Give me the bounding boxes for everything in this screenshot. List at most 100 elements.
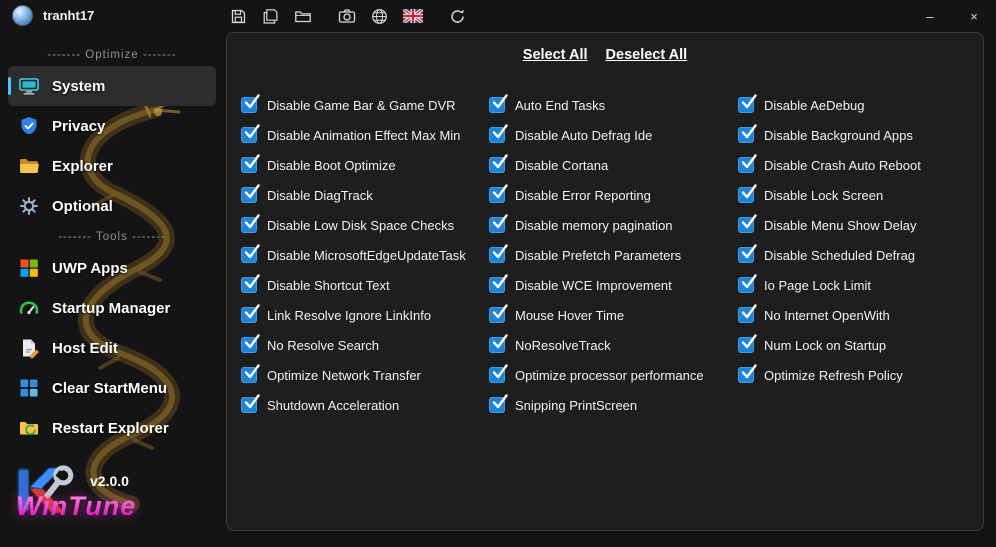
open-folder-icon[interactable]: [294, 7, 312, 25]
checkbox[interactable]: [241, 124, 260, 143]
checkbox[interactable]: [738, 334, 757, 353]
checkbox-item[interactable]: Disable AeDebug: [738, 90, 986, 120]
sidebar-item-startup-manager[interactable]: Startup Manager: [8, 288, 216, 328]
checkbox-item[interactable]: Disable Menu Show Delay: [738, 210, 986, 240]
checkbox-item[interactable]: Io Page Lock Limit: [738, 270, 986, 300]
checkbox[interactable]: [738, 244, 757, 263]
checkbox-label: Shutdown Acceleration: [267, 397, 400, 413]
network-icon[interactable]: [371, 7, 388, 25]
checkbox[interactable]: [489, 274, 508, 293]
checkbox[interactable]: [241, 94, 260, 113]
checkbox-item[interactable]: Optimize Network Transfer: [241, 360, 489, 390]
checkbox[interactable]: [489, 184, 508, 203]
checkbox-item[interactable]: Optimize Refresh Policy: [738, 360, 986, 390]
checkbox-label: Optimize Network Transfer: [267, 367, 421, 383]
checkbox-label: Disable Lock Screen: [764, 187, 884, 203]
checkbox[interactable]: [738, 274, 757, 293]
checkbox[interactable]: [241, 274, 260, 293]
checkbox-item[interactable]: No Resolve Search: [241, 330, 489, 360]
checkbox-item[interactable]: Disable Crash Auto Reboot: [738, 150, 986, 180]
checkbox-label: Disable Background Apps: [764, 127, 913, 143]
checkbox[interactable]: [489, 214, 508, 233]
checkbox-item[interactable]: Auto End Tasks: [489, 90, 737, 120]
checkbox[interactable]: [738, 124, 757, 143]
checkbox-label: Disable DiagTrack: [267, 187, 373, 203]
checkbox[interactable]: [489, 394, 508, 413]
user-chip[interactable]: tranht17: [12, 5, 94, 26]
checkbox[interactable]: [241, 304, 260, 323]
checkbox-item[interactable]: Disable Background Apps: [738, 120, 986, 150]
checkbox[interactable]: [489, 334, 508, 353]
checkbox-item[interactable]: Disable Auto Defrag Ide: [489, 120, 737, 150]
sidebar-item-system[interactable]: System: [8, 66, 216, 106]
checkbox[interactable]: [489, 304, 508, 323]
checkbox[interactable]: [241, 184, 260, 203]
checkbox-item[interactable]: No Internet OpenWith: [738, 300, 986, 330]
checkbox[interactable]: [489, 364, 508, 383]
restart-explorer-icon: [18, 417, 40, 439]
checkbox-item[interactable]: Snipping PrintScreen: [489, 390, 737, 420]
checkbox-item[interactable]: Disable Scheduled Defrag: [738, 240, 986, 270]
checkbox[interactable]: [241, 244, 260, 263]
checkbox-item[interactable]: Disable Game Bar & Game DVR: [241, 90, 489, 120]
deselect-all-link[interactable]: Deselect All: [606, 47, 688, 63]
checkbox-item[interactable]: Mouse Hover Time: [489, 300, 737, 330]
sidebar-item-restart-explorer[interactable]: Restart Explorer: [8, 408, 216, 448]
checkbox-item[interactable]: Disable Shortcut Text: [241, 270, 489, 300]
sidebar-item-privacy[interactable]: Privacy: [8, 106, 216, 146]
username: tranht17: [43, 8, 95, 23]
checkbox-item[interactable]: Disable Animation Effect Max Min: [241, 120, 489, 150]
brand-name: WinTune: [16, 491, 137, 521]
checkbox-item[interactable]: Disable DiagTrack: [241, 180, 489, 210]
checkbox-label: Disable Animation Effect Max Min: [267, 127, 461, 143]
checkbox-item[interactable]: Disable Cortana: [489, 150, 737, 180]
checkbox[interactable]: [738, 364, 757, 383]
checkbox-item[interactable]: Disable WCE Improvement: [489, 270, 737, 300]
checkbox-item[interactable]: Shutdown Acceleration: [241, 390, 489, 420]
checkbox-item[interactable]: Disable Lock Screen: [738, 180, 986, 210]
minimize-button[interactable]: –: [908, 0, 952, 32]
checkbox-item[interactable]: Disable Prefetch Parameters: [489, 240, 737, 270]
checkbox-label: Mouse Hover Time: [515, 307, 625, 323]
close-button[interactable]: ×: [952, 0, 996, 32]
checkbox-label: Disable Game Bar & Game DVR: [267, 97, 456, 113]
checkbox[interactable]: [241, 364, 260, 383]
save-copy-icon[interactable]: [262, 7, 279, 25]
checkbox[interactable]: [738, 304, 757, 323]
checkbox-item[interactable]: Num Lock on Startup: [738, 330, 986, 360]
checkbox-label: Snipping PrintScreen: [515, 397, 638, 413]
checkbox[interactable]: [241, 394, 260, 413]
checkbox[interactable]: [489, 124, 508, 143]
checkbox-item[interactable]: Link Resolve Ignore LinkInfo: [241, 300, 489, 330]
checkbox[interactable]: [241, 154, 260, 173]
select-all-link[interactable]: Select All: [523, 47, 588, 63]
sidebar-item-uwp-apps[interactable]: UWP Apps: [8, 248, 216, 288]
checkbox-item[interactable]: Disable Low Disk Space Checks: [241, 210, 489, 240]
save-icon[interactable]: [230, 7, 247, 25]
checkbox-item[interactable]: Disable MicrosoftEdgeUpdateTask: [241, 240, 489, 270]
screenshot-icon[interactable]: [338, 7, 356, 25]
checkbox[interactable]: [738, 154, 757, 173]
checkbox[interactable]: [489, 94, 508, 113]
sidebar-item-clear-startmenu[interactable]: Clear StartMenu: [8, 368, 216, 408]
sidebar-item-optional[interactable]: Optional: [8, 186, 216, 226]
checkbox-label: Io Page Lock Limit: [764, 277, 871, 293]
checkbox-item[interactable]: Disable memory pagination: [489, 210, 737, 240]
checkbox-item[interactable]: Disable Error Reporting: [489, 180, 737, 210]
sidebar-item-host-edit[interactable]: Host Edit: [8, 328, 216, 368]
refresh-icon[interactable]: [449, 7, 466, 25]
checkbox[interactable]: [738, 184, 757, 203]
checkbox-label: Disable Low Disk Space Checks: [267, 217, 455, 233]
checkbox[interactable]: [489, 244, 508, 263]
sidebar-item-explorer[interactable]: Explorer: [8, 146, 216, 186]
checkbox[interactable]: [489, 154, 508, 173]
checkbox-item[interactable]: NoResolveTrack: [489, 330, 737, 360]
checkbox[interactable]: [738, 214, 757, 233]
checkbox-item[interactable]: Disable Boot Optimize: [241, 150, 489, 180]
checkbox[interactable]: [738, 94, 757, 113]
checkbox-label: Disable Crash Auto Reboot: [764, 157, 921, 173]
language-uk-flag-icon[interactable]: [403, 7, 423, 25]
checkbox[interactable]: [241, 214, 260, 233]
checkbox[interactable]: [241, 334, 260, 353]
checkbox-item[interactable]: Optimize processor performance: [489, 360, 737, 390]
